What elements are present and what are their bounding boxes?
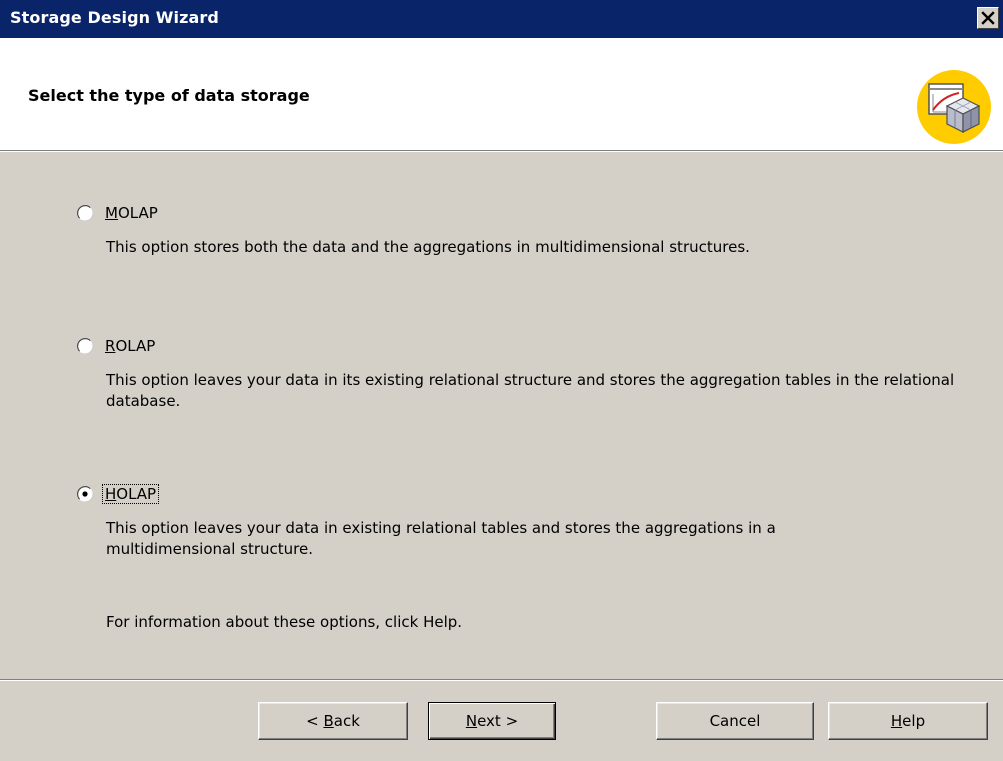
rolap-label[interactable]: ROLAP: [103, 337, 157, 355]
storage-cube-icon: [917, 70, 991, 144]
rolap-mnemonic: R: [105, 337, 116, 355]
header-divider-highlight: [0, 151, 1003, 152]
page-title: Select the type of data storage: [28, 86, 310, 105]
rolap-label-rest: OLAP: [115, 337, 156, 355]
rolap-description: This option leaves your data in its exis…: [106, 371, 955, 410]
footer-divider-highlight: [0, 680, 1003, 681]
holap-description: This option leaves your data in existing…: [106, 519, 776, 558]
next-button-mnemonic: N: [465, 712, 478, 730]
back-button-mnemonic: B: [323, 712, 334, 730]
molap-description: This option stores both the data and the…: [106, 238, 750, 256]
help-hint-text: For information about these options, cli…: [106, 613, 463, 631]
help-button[interactable]: Help: [828, 702, 988, 740]
close-icon: [981, 11, 995, 25]
holap-label[interactable]: HOLAP: [101, 484, 160, 504]
rolap-radio[interactable]: [76, 337, 94, 355]
help-button-mnemonic: H: [890, 712, 903, 730]
close-button[interactable]: [977, 7, 999, 29]
title-bar[interactable]: Storage Design Wizard: [0, 0, 1003, 38]
holap-mnemonic: H: [105, 485, 117, 503]
next-button[interactable]: Next >: [428, 702, 556, 740]
holap-label-rest: OLAP: [116, 485, 157, 503]
storage-design-wizard-window: Storage Design Wizard Select the type of…: [0, 0, 1003, 761]
molap-label-rest: OLAP: [117, 204, 158, 222]
molap-label[interactable]: MOLAP: [103, 204, 160, 222]
wizard-header: Select the type of data storage: [0, 38, 1003, 150]
window-title: Storage Design Wizard: [10, 8, 219, 27]
next-button-suffix: ext >: [477, 712, 519, 730]
back-button-prefix: <: [306, 712, 324, 730]
cancel-button-label: Cancel: [709, 712, 761, 730]
help-button-suffix: elp: [902, 712, 926, 730]
molap-radio[interactable]: [76, 204, 94, 222]
molap-mnemonic: M: [105, 204, 118, 222]
cancel-button[interactable]: Cancel: [656, 702, 814, 740]
back-button-suffix: ack: [333, 712, 360, 730]
back-button[interactable]: < Back: [258, 702, 408, 740]
holap-radio[interactable]: [76, 485, 94, 503]
